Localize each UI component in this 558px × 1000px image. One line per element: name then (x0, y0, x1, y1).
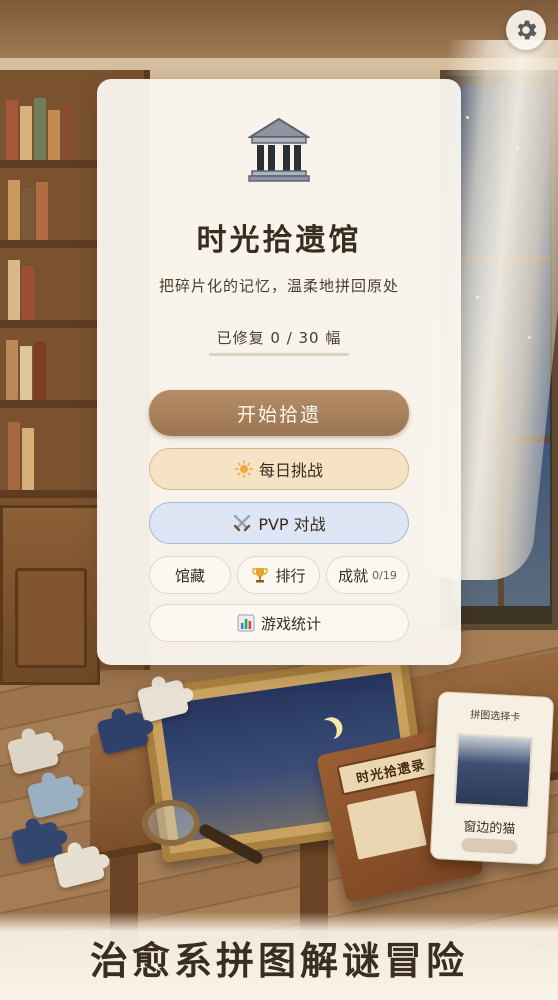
puzzle-select-card: 拼图选择卡 窗边的猫 (429, 691, 555, 865)
progress-label: 已修复 0 / 30 幅 (216, 329, 342, 347)
pvp-button[interactable]: PVP 对战 (149, 502, 409, 544)
main-menu-panel: 时光拾遗馆 把碎片化的记忆，温柔地拼回原处 已修复 0 / 30 幅 开始拾遗 … (97, 79, 461, 665)
bar-chart-icon (237, 614, 255, 632)
pvp-label: PVP 对战 (258, 515, 326, 534)
stats-label: 游戏统计 (260, 614, 321, 633)
achievements-count: 0/19 (372, 568, 397, 582)
gear-icon (517, 20, 537, 40)
museum-icon (248, 117, 310, 182)
card-image (453, 733, 534, 810)
journal-title: 时光拾遗录 (336, 744, 445, 796)
ranking-label: 排行 (275, 566, 306, 585)
start-button[interactable]: 开始拾遗 (149, 390, 409, 436)
banner-text: 治愈系拼图解谜冒险 (89, 938, 468, 983)
card-button (461, 837, 518, 855)
collection-button[interactable]: 馆藏 (149, 556, 231, 594)
card-title: 拼图选择卡 (469, 709, 521, 724)
achievements-button[interactable]: 成就 0/19 (326, 556, 409, 594)
card-name: 窗边的猫 (462, 819, 516, 838)
ranking-button[interactable]: 排行 (237, 556, 320, 594)
moon-icon (313, 719, 338, 744)
settings-button[interactable] (506, 10, 546, 50)
crossed-swords-icon (232, 513, 252, 533)
game-subtitle: 把碎片化的记忆，温柔地拼回原处 (158, 277, 399, 295)
achievements-label: 成就 (338, 566, 369, 585)
daily-challenge-label: 每日挑战 (258, 461, 323, 480)
journal-note (346, 790, 427, 860)
progress-bar (209, 353, 349, 356)
collection-label: 馆藏 (174, 566, 205, 585)
stats-button[interactable]: 游戏统计 (149, 604, 409, 642)
cabinet (0, 505, 100, 685)
game-title: 时光拾遗馆 (196, 223, 362, 258)
sun-icon (235, 460, 253, 478)
magnifying-glass-icon (142, 800, 200, 846)
daily-challenge-button[interactable]: 每日挑战 (149, 448, 409, 490)
start-button-label: 开始拾遗 (236, 403, 321, 426)
trophy-icon (251, 566, 269, 584)
